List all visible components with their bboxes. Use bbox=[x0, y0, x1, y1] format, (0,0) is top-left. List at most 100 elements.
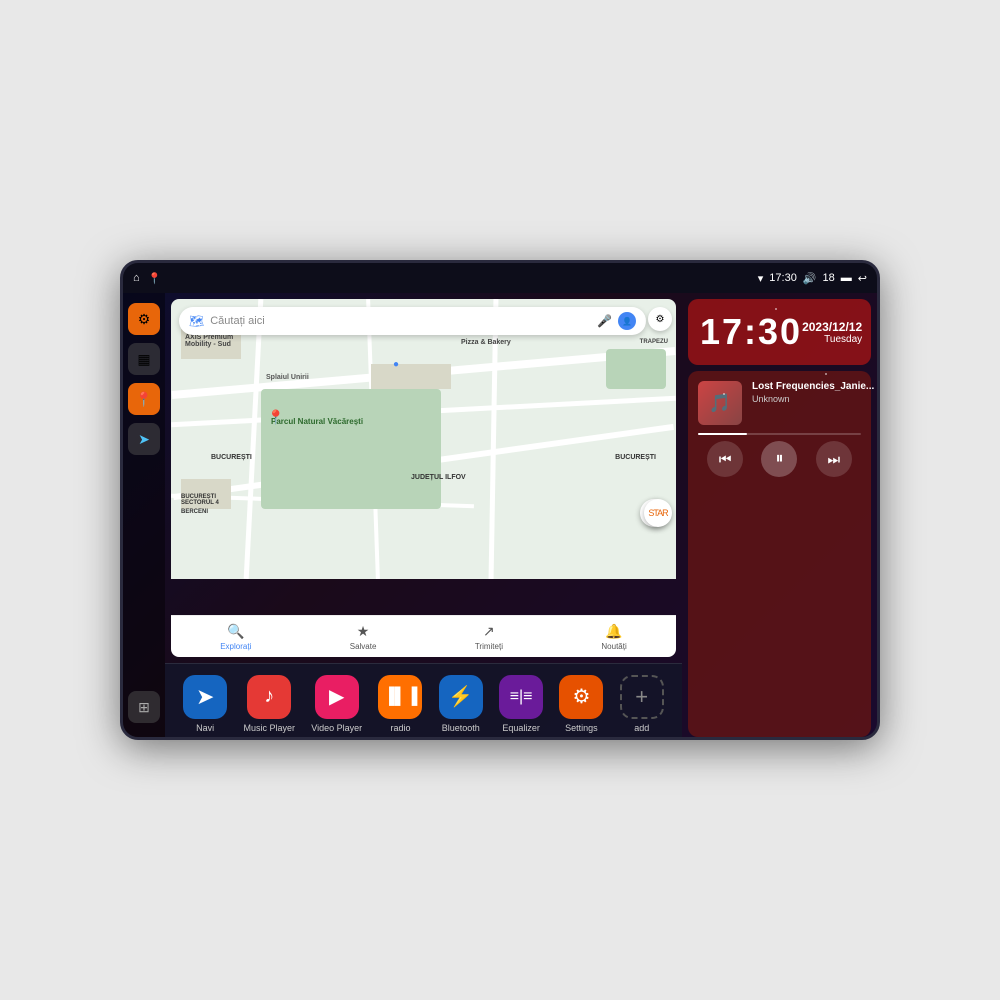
main-area: ⚙ ▦ 📍 ➤ ⊞ bbox=[123, 293, 877, 740]
app-add[interactable]: + add bbox=[620, 675, 664, 733]
map-search-text: Căutați aici bbox=[210, 315, 264, 327]
bluetooth-icon: ⚡ bbox=[448, 684, 473, 709]
music-player-icon: ♪ bbox=[264, 685, 274, 708]
music-info: Lost Frequencies_Janie... Unknown bbox=[752, 381, 874, 404]
apps-sidebar-icon: ⊞ bbox=[138, 699, 150, 716]
device-frame: ⌂ 📍 ▾ 17:30 🔊 18 ▬ ↩ ⚙ ▦ 📍 bbox=[120, 260, 880, 740]
share-btn[interactable]: ↗ Trimiteți bbox=[475, 623, 503, 651]
music-player-icon-img: ♪ bbox=[247, 675, 291, 719]
battery-icon: ▬ bbox=[841, 272, 852, 284]
music-next-btn[interactable]: ⏭ bbox=[816, 441, 852, 477]
saved-label: Salvate bbox=[350, 642, 377, 651]
music-artist: Unknown bbox=[752, 394, 874, 404]
google-maps-icon: 🗺 bbox=[189, 314, 204, 328]
home-icon[interactable]: ⌂ bbox=[133, 272, 140, 284]
settings-sidebar-icon: ⚙ bbox=[138, 311, 151, 328]
equalizer-label: Equalizer bbox=[502, 723, 540, 733]
app-settings[interactable]: ⚙ Settings bbox=[559, 675, 603, 733]
settings-icon-img: ⚙ bbox=[559, 675, 603, 719]
maps-sidebar-btn[interactable]: 📍 bbox=[128, 383, 160, 415]
user-avatar[interactable]: 👤 bbox=[618, 312, 636, 330]
radio-icon-img: ▐▌▐ bbox=[378, 675, 422, 719]
pause-icon: ⏸ bbox=[775, 450, 783, 468]
music-top: 🎵 Lost Frequencies_Janie... Unknown bbox=[698, 381, 861, 425]
clock-year: 2023/12/12 bbox=[802, 320, 862, 334]
radio-label: radio bbox=[390, 723, 410, 733]
news-icon: 🔔 bbox=[605, 623, 622, 640]
maps-status-icon[interactable]: 📍 bbox=[148, 272, 162, 285]
music-pause-btn[interactable]: ⏸ bbox=[761, 441, 797, 477]
files-sidebar-btn[interactable]: ▦ bbox=[128, 343, 160, 375]
center-area: Splaiul Unirii Parcul Natural Văcărești … bbox=[165, 293, 682, 740]
prev-icon: ⏮ bbox=[719, 451, 732, 468]
settings-icon: ⚙ bbox=[656, 314, 665, 325]
status-right: ▾ 17:30 🔊 18 ▬ ↩ bbox=[758, 272, 867, 285]
equalizer-icon: ≡|≡ bbox=[510, 688, 533, 706]
explore-icon: 🔍 bbox=[227, 623, 244, 640]
news-btn[interactable]: 🔔 Noutăți bbox=[601, 623, 626, 651]
navi-label: Navi bbox=[196, 723, 214, 733]
settings-app-icon: ⚙ bbox=[572, 684, 590, 709]
map-search-bar[interactable]: 🗺 Căutați aici 🎤 👤 bbox=[179, 307, 646, 335]
map-settings-btn[interactable]: ⚙ bbox=[648, 307, 672, 331]
music-progress-bar[interactable] bbox=[698, 433, 861, 435]
navi-sidebar-btn[interactable]: ➤ bbox=[128, 423, 160, 455]
video-player-label: Video Player bbox=[311, 723, 362, 733]
music-album-art: 🎵 bbox=[698, 381, 742, 425]
app-video-player[interactable]: ▶ Video Player bbox=[311, 675, 362, 733]
bluetooth-label: Bluetooth bbox=[442, 723, 480, 733]
music-prev-btn[interactable]: ⏮ bbox=[707, 441, 743, 477]
map-bottom-bar: 🔍 Explorați ★ Salvate ↗ Trimiteți 🔔 Nout… bbox=[171, 615, 676, 657]
files-sidebar-icon: ▦ bbox=[137, 351, 150, 368]
right-panel: 17:30 2023/12/12 Tuesday 🎵 Lost Frequenc… bbox=[682, 293, 877, 740]
battery-level: 18 bbox=[823, 272, 835, 284]
clock-day: Tuesday bbox=[802, 334, 862, 345]
apps-sidebar-btn[interactable]: ⊞ bbox=[128, 691, 160, 723]
status-time: 17:30 bbox=[769, 272, 797, 284]
music-player-label: Music Player bbox=[243, 723, 295, 733]
share-icon: ↗ bbox=[483, 623, 495, 640]
music-controls: ⏮ ⏸ ⏭ bbox=[698, 441, 861, 477]
status-left: ⌂ 📍 bbox=[133, 272, 161, 285]
share-label: Trimiteți bbox=[475, 642, 503, 651]
app-dock: ➤ Navi ♪ Music Player ▶ Video Player bbox=[165, 663, 682, 740]
map-star-btn[interactable]: STAR bbox=[644, 499, 672, 527]
add-icon-img: + bbox=[620, 675, 664, 719]
settings-label: Settings bbox=[565, 723, 598, 733]
music-progress-fill bbox=[698, 433, 747, 435]
volume-icon: 🔊 bbox=[803, 272, 817, 285]
clock-widget: 17:30 2023/12/12 Tuesday bbox=[688, 299, 871, 365]
app-bluetooth[interactable]: ⚡ Bluetooth bbox=[439, 675, 483, 733]
add-label: add bbox=[634, 723, 649, 733]
clock-time: 17:30 bbox=[700, 311, 802, 353]
explore-btn[interactable]: 🔍 Explorați bbox=[220, 623, 251, 651]
app-radio[interactable]: ▐▌▐ radio bbox=[378, 675, 422, 733]
map-background: Splaiul Unirii Parcul Natural Văcărești … bbox=[171, 299, 676, 579]
maps-sidebar-icon: 📍 bbox=[135, 391, 152, 408]
status-bar: ⌂ 📍 ▾ 17:30 🔊 18 ▬ ↩ bbox=[123, 263, 877, 293]
mic-icon[interactable]: 🎤 bbox=[597, 314, 612, 328]
album-art-icon: 🎵 bbox=[709, 393, 731, 414]
map-panel[interactable]: Splaiul Unirii Parcul Natural Văcărești … bbox=[171, 299, 676, 657]
next-icon: ⏭ bbox=[828, 451, 841, 468]
saved-icon: ★ bbox=[357, 623, 370, 640]
video-player-icon: ▶ bbox=[329, 684, 344, 709]
left-sidebar: ⚙ ▦ 📍 ➤ ⊞ bbox=[123, 293, 165, 740]
back-icon[interactable]: ↩ bbox=[858, 272, 867, 285]
news-label: Noutăți bbox=[601, 642, 626, 651]
bluetooth-icon-img: ⚡ bbox=[439, 675, 483, 719]
clock-date: 2023/12/12 Tuesday bbox=[802, 320, 862, 345]
music-title: Lost Frequencies_Janie... bbox=[752, 381, 874, 392]
video-player-icon-img: ▶ bbox=[315, 675, 359, 719]
radio-icon: ▐▌▐ bbox=[383, 688, 417, 706]
navi-icon: ➤ bbox=[196, 684, 214, 710]
explore-label: Explorați bbox=[220, 642, 251, 651]
app-navi[interactable]: ➤ Navi bbox=[183, 675, 227, 733]
saved-btn[interactable]: ★ Salvate bbox=[350, 623, 377, 651]
app-equalizer[interactable]: ≡|≡ Equalizer bbox=[499, 675, 543, 733]
equalizer-icon-img: ≡|≡ bbox=[499, 675, 543, 719]
settings-sidebar-btn[interactable]: ⚙ bbox=[128, 303, 160, 335]
app-music-player[interactable]: ♪ Music Player bbox=[243, 675, 295, 733]
navi-icon-img: ➤ bbox=[183, 675, 227, 719]
music-widget: 🎵 Lost Frequencies_Janie... Unknown ⏮ bbox=[688, 371, 871, 737]
